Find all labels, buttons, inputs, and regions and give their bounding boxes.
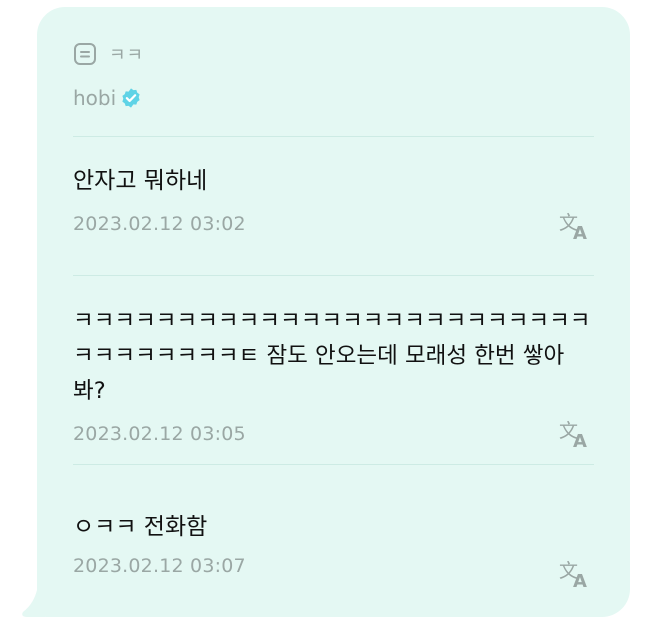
message-text: ㅋㅋㅋㅋㅋㅋㅋㅋㅋㅋㅋㅋㅋㅋㅋㅋㅋㅋㅋㅋㅋㅋㅋㅋㅋㅋㅋㅋㅋㅋㅋㅋㅋㅌ 잠도 안오… [73, 308, 591, 404]
message-text: ㅇㅋㅋ 전화함 [73, 514, 208, 540]
quote-text: ㅋㅋ [109, 45, 145, 66]
svg-text:A: A [573, 223, 587, 242]
bubble-tail [22, 590, 45, 617]
message-timestamp: 2023.02.12 03:02 [73, 213, 246, 235]
author-row: hobi [73, 83, 594, 113]
message-timestamp: 2023.02.12 03:05 [73, 423, 246, 445]
message-timestamp: 2023.02.12 03:07 [73, 555, 246, 577]
divider [73, 275, 594, 276]
divider [73, 136, 594, 137]
translate-icon[interactable]: 文 A [558, 558, 594, 592]
verified-badge-icon [120, 87, 142, 109]
message-text: 안자고 뭐하네 [73, 168, 208, 194]
message-item: ㅋㅋㅋㅋㅋㅋㅋㅋㅋㅋㅋㅋㅋㅋㅋㅋㅋㅋㅋㅋㅋㅋㅋㅋㅋㅋㅋㅋㅋㅋㅋㅋㅋㅌ 잠도 안오… [73, 304, 594, 452]
translate-icon[interactable]: 文 A [558, 418, 594, 452]
svg-text:A: A [573, 571, 587, 590]
list-quote-icon [73, 42, 97, 66]
message-item: ㅇㅋㅋ 전화함 2023.02.12 03:07 文 A [73, 510, 594, 592]
message-item: 안자고 뭐하네 2023.02.12 03:02 文 A [73, 164, 594, 244]
divider [73, 464, 594, 465]
author-name: hobi [73, 86, 117, 110]
translate-icon[interactable]: 文 A [558, 210, 594, 244]
message-bubble: ㅋㅋ hobi 안자고 뭐하네 2023.02.12 03:02 文 A ㅋㅋㅋ… [37, 7, 630, 617]
reply-header: ㅋㅋ hobi [73, 39, 594, 113]
quote-row[interactable]: ㅋㅋ [73, 39, 594, 69]
svg-text:A: A [573, 431, 587, 450]
